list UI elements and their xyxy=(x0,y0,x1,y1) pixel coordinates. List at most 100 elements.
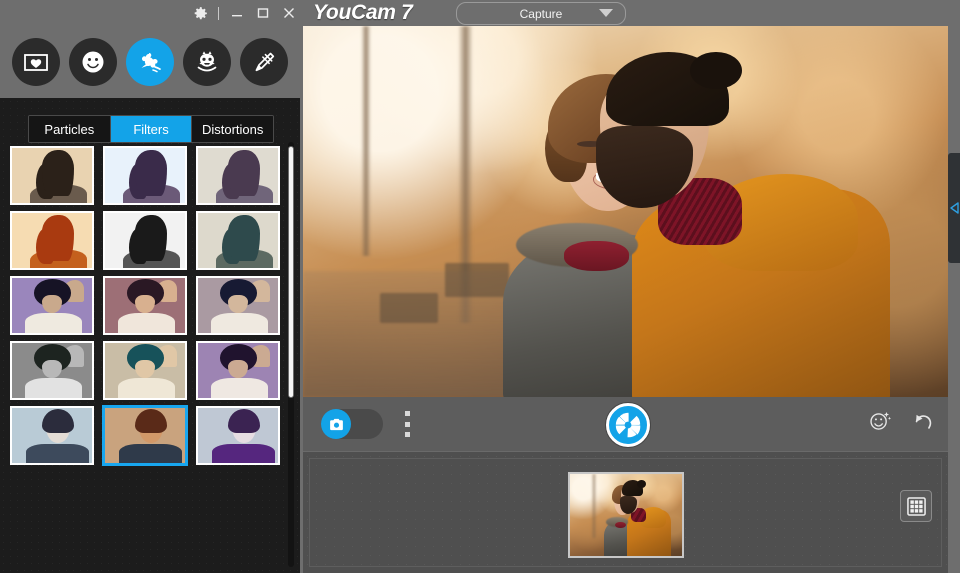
filter-thumbnail[interactable] xyxy=(102,405,188,466)
filter-thumbnail[interactable] xyxy=(10,406,94,465)
right-rail xyxy=(948,0,960,573)
man-hair-bun xyxy=(690,51,742,90)
iconbar-item-frames[interactable] xyxy=(12,38,61,86)
iconbar-item-avatars[interactable] xyxy=(182,38,231,86)
thumb-hair xyxy=(42,409,75,434)
thumb-shirt xyxy=(24,378,83,398)
filter-thumbnail[interactable] xyxy=(196,211,280,270)
tree-trunk xyxy=(361,26,372,257)
maximize-icon xyxy=(257,8,269,18)
aperture-icon xyxy=(614,411,642,439)
filter-thumbnail[interactable] xyxy=(196,341,280,400)
capture-toolbar xyxy=(303,397,948,451)
thumb-hair xyxy=(228,150,261,197)
thumb-face xyxy=(42,294,62,314)
filter-thumbnail[interactable] xyxy=(10,146,94,205)
capture-mode-label: Capture xyxy=(519,6,563,21)
filter-preview-image xyxy=(12,343,92,398)
thumb-face xyxy=(135,359,155,379)
bench xyxy=(380,293,439,323)
filter-preview-image xyxy=(105,343,185,398)
thumb-shirt xyxy=(210,313,269,333)
filter-thumbnail[interactable] xyxy=(196,406,280,465)
thumb-hair xyxy=(135,409,168,434)
filter-scrollbar-thumb[interactable] xyxy=(288,146,294,398)
thumb-shirt xyxy=(210,378,269,398)
filter-thumbnail[interactable] xyxy=(10,341,94,400)
reset-button[interactable] xyxy=(910,409,934,433)
preview-image xyxy=(303,26,948,397)
thumb-shirt xyxy=(117,313,176,333)
thumb-body xyxy=(119,444,182,463)
filter-preview-image xyxy=(105,148,185,203)
app-title: YouCam 7 xyxy=(313,1,413,24)
iconbar-item-effects[interactable] xyxy=(125,38,174,86)
minimize-button[interactable] xyxy=(224,0,250,26)
filter-thumbnail[interactable] xyxy=(196,146,280,205)
effects-panel: Particles Filters Distortions xyxy=(0,98,300,573)
splash-icon xyxy=(141,53,161,73)
maximize-button[interactable] xyxy=(250,0,276,26)
module-icon-bar xyxy=(0,26,300,98)
filter-thumbnail[interactable] xyxy=(196,276,280,335)
filter-thumbnail[interactable] xyxy=(103,211,187,270)
toolbar-right-icons xyxy=(868,409,934,433)
thumb-hair xyxy=(228,409,261,434)
iconbar-item-beautify[interactable] xyxy=(69,38,118,86)
settings-button[interactable] xyxy=(187,0,213,26)
grid-view-button[interactable] xyxy=(900,490,932,522)
window-controls xyxy=(187,0,302,26)
capture-mode-select[interactable]: Capture xyxy=(456,2,626,25)
gear-icon xyxy=(194,6,207,19)
filter-preview-image xyxy=(198,148,278,203)
kebab-menu-icon xyxy=(404,411,410,416)
thumb-woman-scarf xyxy=(614,521,627,529)
thumb-face xyxy=(228,359,248,379)
tab-particles[interactable]: Particles xyxy=(29,116,111,142)
filter-preview-image xyxy=(105,213,185,268)
photo-video-toggle[interactable] xyxy=(321,409,383,439)
thumb-face xyxy=(135,294,155,314)
title-bar: YouCam 7 Capture xyxy=(0,0,960,26)
filter-thumbnail[interactable] xyxy=(103,276,187,335)
iconbar-item-drawing[interactable] xyxy=(239,38,288,86)
thumb-hair xyxy=(135,150,168,197)
thumb-hair xyxy=(228,215,261,262)
kebab-menu-icon xyxy=(404,421,410,427)
filter-preview-image xyxy=(12,213,92,268)
filter-thumbnail[interactable] xyxy=(10,211,94,270)
minimize-icon xyxy=(232,15,242,17)
gallery-thumbnail-image xyxy=(569,474,682,556)
thumb-tree xyxy=(591,474,597,538)
filter-thumbnail[interactable] xyxy=(10,276,94,335)
smiley-icon xyxy=(82,51,104,73)
tab-distortions[interactable]: Distortions xyxy=(192,116,273,142)
filter-preview-image xyxy=(12,278,92,333)
filter-preview-image xyxy=(12,408,92,463)
filter-thumbnail-list[interactable] xyxy=(10,146,282,571)
undo-arrow-icon xyxy=(915,414,932,429)
youcam-app-window: YouCam 7 Capture Particles Filters Disto… xyxy=(0,0,960,573)
toggle-knob xyxy=(321,409,351,439)
filter-preview-image xyxy=(12,148,92,203)
filter-preview-image xyxy=(198,278,278,333)
more-options-button[interactable] xyxy=(400,409,414,439)
close-button[interactable] xyxy=(276,0,302,26)
tab-filters[interactable]: Filters xyxy=(110,116,193,142)
frame-heart-icon xyxy=(24,54,49,71)
collapse-right-panel-button[interactable] xyxy=(948,153,960,263)
shutter-button[interactable] xyxy=(606,403,650,447)
camera-preview[interactable] xyxy=(303,26,948,397)
woman-scarf xyxy=(564,241,629,271)
gallery-thumbnail[interactable] xyxy=(567,472,684,558)
thumb-body xyxy=(26,444,89,463)
monster-mask-icon xyxy=(197,51,217,72)
chevron-down-icon xyxy=(599,9,613,17)
filter-thumbnail[interactable] xyxy=(103,146,187,205)
triangle-left-icon xyxy=(949,202,959,214)
filter-thumbnail[interactable] xyxy=(103,341,187,400)
filter-preview-image xyxy=(198,408,278,463)
auto-beautify-button[interactable] xyxy=(868,409,892,433)
titlebar-divider xyxy=(218,6,219,20)
filter-preview-image xyxy=(198,213,278,268)
